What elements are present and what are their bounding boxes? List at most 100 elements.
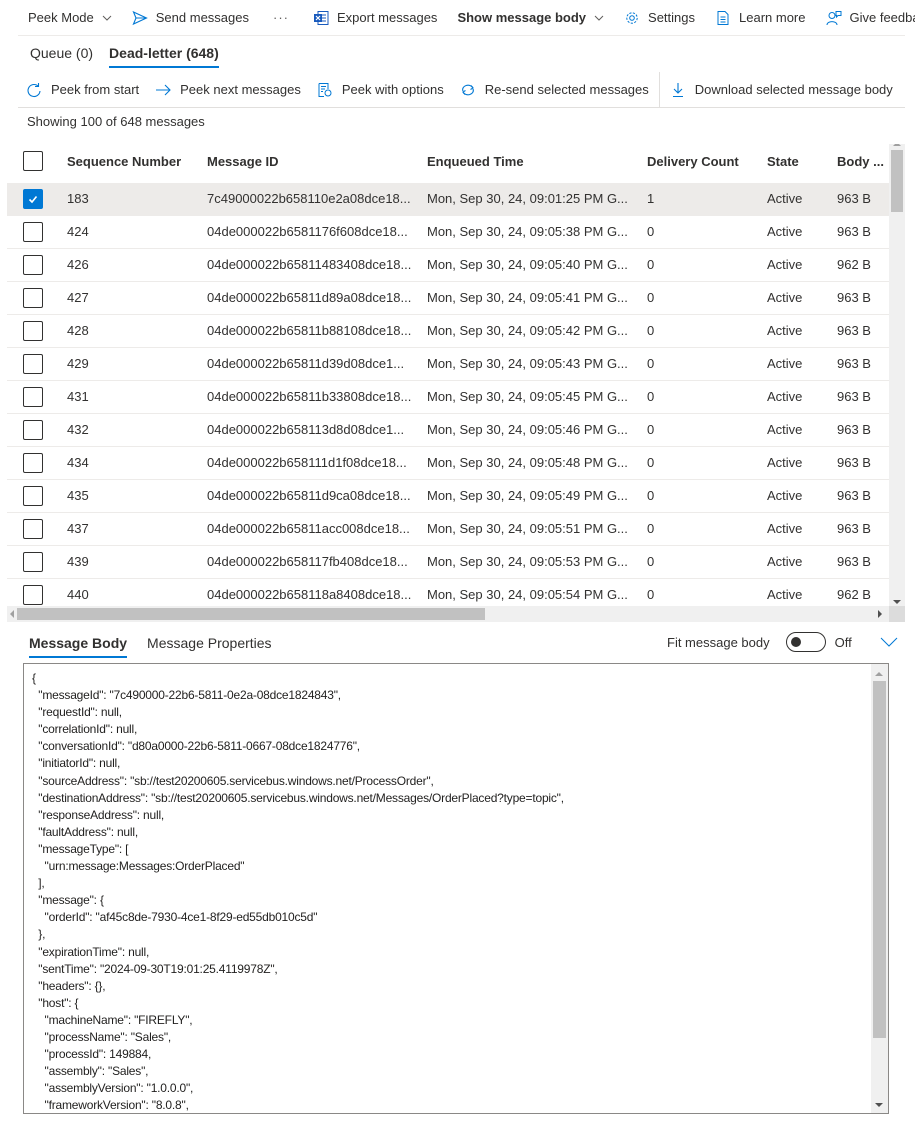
delivery-count-cell: 0 <box>647 422 655 437</box>
scroll-left-arrow[interactable] <box>10 610 14 618</box>
sequence-number-cell: 435 <box>67 488 89 503</box>
resend-selected-button[interactable]: Re-send selected messages <box>452 72 657 108</box>
row-select-cell <box>23 387 43 407</box>
show-message-body-label: Show message body <box>457 10 587 25</box>
enqueued-time-cell: Mon, Sep 30, 24, 09:05:45 PM G... <box>427 389 628 404</box>
row-checkbox[interactable] <box>23 585 43 605</box>
row-select-cell <box>23 519 43 539</box>
peek-mode-dropdown[interactable]: Peek Mode <box>18 0 122 36</box>
table-row[interactable]: 440 04de000022b658118a8408dce18... Mon, Se… <box>7 579 889 606</box>
table-row[interactable]: 427 04de000022b65811d89a08dce18... Mon, Se… <box>7 282 889 315</box>
column-header-state[interactable]: State <box>767 154 799 169</box>
collapse-panel-button[interactable] <box>880 636 898 648</box>
message-id-cell: 04de000022b65811acc008dce18... <box>207 521 410 536</box>
table-row[interactable]: 429 04de000022b65811d39d08dce1... Mon, Sep… <box>7 348 889 381</box>
fit-message-body-control: Fit message body Off <box>667 632 852 652</box>
row-checkbox[interactable] <box>23 222 43 242</box>
column-header-message-id[interactable]: Message ID <box>207 154 279 169</box>
send-messages-label: Send messages <box>155 10 249 25</box>
row-select-cell <box>23 321 43 341</box>
tab-message-properties[interactable]: Message Properties <box>140 628 279 658</box>
message-id-cell: 04de000022b65811d39d08dce1... <box>207 356 405 371</box>
row-checkbox[interactable] <box>23 354 43 374</box>
table-row[interactable]: 434 04de000022b658111d1f08dce18... Mon, Se… <box>7 447 889 480</box>
scrollbar-thumb[interactable] <box>873 681 886 1038</box>
peek-next-button[interactable]: Peek next messages <box>147 72 309 108</box>
table-row[interactable]: 439 04de000022b658117fb408dce18... Mon, Se… <box>7 546 889 579</box>
message-body-line: "sourceAddress": "sb://test20200605.serv… <box>32 773 434 788</box>
body-size-cell: 963 B <box>837 290 871 305</box>
message-body-viewer[interactable]: { "messageId": "7c490000-22b6-5811-0e2a-… <box>23 663 889 1114</box>
message-body-line: "messageId": "7c490000-22b6-5811-0e2a-08… <box>32 688 341 703</box>
table-row[interactable]: 431 04de000022b65811b33808dce18... Mon, Se… <box>7 381 889 414</box>
export-messages-button[interactable]: Export messages <box>303 0 447 36</box>
enqueued-time-cell: Mon, Sep 30, 24, 09:05:42 PM G... <box>427 323 628 338</box>
state-cell: Active <box>767 224 803 239</box>
column-header-enqueued-time[interactable]: Enqueued Time <box>427 154 524 169</box>
message-body-line: "messageType": [ <box>32 841 129 856</box>
fit-message-body-toggle[interactable] <box>785 632 826 652</box>
row-checkbox[interactable] <box>23 420 43 440</box>
scrollbar-corner <box>889 606 905 622</box>
row-checkbox[interactable] <box>23 519 43 539</box>
message-body-line: "headers": {}, <box>32 978 106 993</box>
scroll-right-arrow[interactable] <box>878 610 882 618</box>
table-row[interactable]: 435 04de000022b65811d9ca08dce18... Mon, Se… <box>7 480 889 513</box>
row-checkbox[interactable] <box>23 288 43 308</box>
scroll-down-arrow[interactable] <box>893 600 901 604</box>
show-message-body-dropdown[interactable]: Show message body <box>447 0 614 36</box>
grid-horizontal-scrollbar[interactable] <box>7 606 889 622</box>
row-checkbox[interactable] <box>23 552 43 572</box>
table-row[interactable]: 437 04de000022b65811acc008dce18... Mon, Se… <box>7 513 889 546</box>
column-header-delivery-count[interactable]: Delivery Count <box>647 154 739 169</box>
row-checkbox[interactable] <box>23 189 43 209</box>
row-checkbox[interactable] <box>23 387 43 407</box>
row-checkbox[interactable] <box>23 486 43 506</box>
learn-more-button[interactable]: Learn more <box>705 0 815 36</box>
row-select-cell <box>23 354 43 374</box>
body-size-cell: 963 B <box>837 323 871 338</box>
peek-mode-label: Peek Mode <box>28 10 94 25</box>
grid-vertical-scrollbar[interactable] <box>889 144 905 606</box>
enqueued-time-cell: Mon, Sep 30, 24, 09:05:49 PM G... <box>427 488 628 503</box>
row-checkbox[interactable] <box>23 321 43 341</box>
peek-from-start-button[interactable]: Peek from start <box>18 72 147 108</box>
peek-next-label: Peek next messages <box>180 82 301 97</box>
scrollbar-thumb[interactable] <box>17 608 485 620</box>
tab-queue[interactable]: Queue (0) <box>22 38 101 68</box>
scrollbar-thumb[interactable] <box>891 150 903 212</box>
settings-button[interactable]: Settings <box>614 0 705 36</box>
body-size-cell: 963 B <box>837 521 871 536</box>
scroll-up-arrow[interactable] <box>875 672 883 676</box>
column-header-sequence-number[interactable]: Sequence Number <box>67 154 181 169</box>
table-row[interactable]: 183 7c49000022b658110e2a08dce18... Mon, Se… <box>7 183 889 216</box>
state-cell: Active <box>767 422 803 437</box>
tab-dead-letter[interactable]: Dead-letter (648) <box>101 38 227 68</box>
enqueued-time-cell: Mon, Sep 30, 24, 09:05:46 PM G... <box>427 422 628 437</box>
column-header-body-size[interactable]: Body ... <box>837 154 884 169</box>
sequence-number-cell: 431 <box>67 389 89 404</box>
delivery-count-cell: 0 <box>647 290 655 305</box>
scroll-up-arrow[interactable] <box>893 144 901 146</box>
table-row[interactable]: 432 04de000022b658113d8d08dce1... Mon, Sep… <box>7 414 889 447</box>
row-select-cell <box>23 486 43 506</box>
message-body-line: "urn:message:Messages:OrderPlaced" <box>32 859 245 874</box>
select-all-checkbox[interactable] <box>23 151 43 171</box>
table-row[interactable]: 426 04de000022b65811483408dce18... Mon, Se… <box>7 249 889 282</box>
message-body-line: "initiatorId": null, <box>32 756 121 771</box>
peek-with-options-button[interactable]: Peek with options <box>309 72 452 108</box>
row-checkbox[interactable] <box>23 255 43 275</box>
message-body-line: "assemblyVersion": "1.0.0.0", <box>32 1081 194 1096</box>
tab-message-body[interactable]: Message Body <box>22 628 134 658</box>
body-vertical-scrollbar[interactable] <box>871 664 888 1113</box>
table-row[interactable]: 424 04de000022b6581176f608dce18... Mon, Se… <box>7 216 889 249</box>
more-button[interactable]: ··· <box>259 0 303 36</box>
send-messages-button[interactable]: Send messages <box>122 0 259 36</box>
download-selected-button[interactable]: Download selected message body <box>662 72 901 108</box>
give-feedback-button[interactable]: Give feedback <box>816 0 915 36</box>
sequence-number-cell: 427 <box>67 290 89 305</box>
enqueued-time-cell: Mon, Sep 30, 24, 09:05:41 PM G... <box>427 290 628 305</box>
table-row[interactable]: 428 04de000022b65811b88108dce18... Mon, Se… <box>7 315 889 348</box>
row-checkbox[interactable] <box>23 453 43 473</box>
scroll-down-arrow[interactable] <box>875 1103 883 1107</box>
